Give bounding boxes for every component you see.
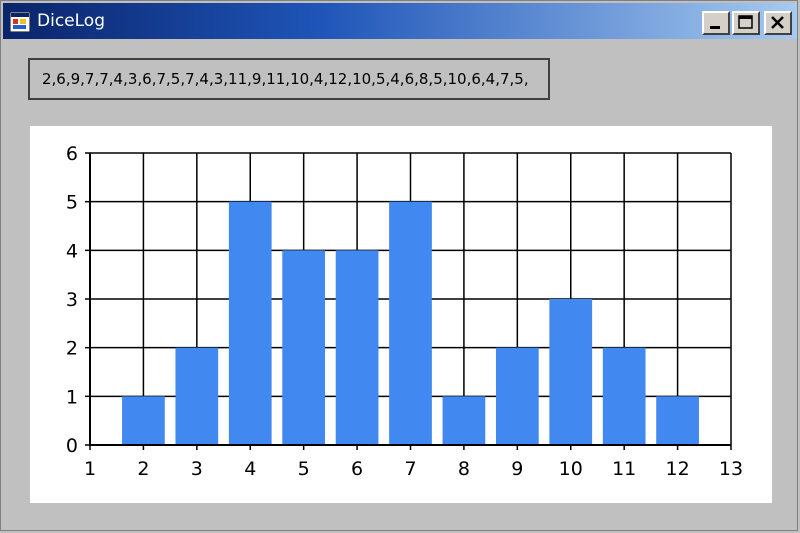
y-tick-label: 0 <box>66 435 78 457</box>
histogram-chart: 01234561 2 3 4 5 6 7 8 9 10 11 12 13 <box>66 143 743 480</box>
x-tick-label: 12 <box>665 458 689 480</box>
bar-4 <box>228 201 272 445</box>
minimize-icon <box>710 26 720 29</box>
bar-7 <box>389 201 432 445</box>
y-tick-label: 4 <box>66 240 78 262</box>
x-tick-label: 8 <box>458 458 470 480</box>
dice-log-text: 2,6,9,7,7,4,3,6,7,5,7,4,3,11,9,11,10,4,1… <box>42 70 529 88</box>
bar-10 <box>549 299 593 445</box>
x-tick-label: 11 <box>612 458 636 480</box>
x-tick-label: 4 <box>244 458 256 480</box>
close-button[interactable] <box>764 11 792 35</box>
title-bar[interactable]: DiceLog <box>3 3 797 39</box>
y-tick-label: 1 <box>66 386 78 408</box>
bar-11 <box>602 347 646 445</box>
bar-8 <box>442 396 486 445</box>
x-tick-label: 3 <box>191 458 203 480</box>
maximize-icon <box>738 15 753 29</box>
y-tick-label: 6 <box>66 143 78 165</box>
app-window-icon[interactable] <box>9 11 31 33</box>
x-tick-label: 7 <box>404 458 416 480</box>
x-tick-label: 13 <box>719 458 743 480</box>
bar-5 <box>282 250 326 445</box>
maximize-button[interactable] <box>732 11 760 35</box>
x-tick-label: 1 <box>84 458 96 480</box>
bar-9 <box>495 347 539 445</box>
y-tick-label: 2 <box>66 338 78 360</box>
app-window: DiceLog 2,6,9,7,7,4,3,6,7,5,7,4,3,11,9,1… <box>0 0 798 531</box>
bar-12 <box>656 396 699 445</box>
y-tick-label: 5 <box>66 192 78 214</box>
close-icon <box>771 16 784 29</box>
x-tick-label: 6 <box>351 458 363 480</box>
x-tick-label: 5 <box>298 458 310 480</box>
window-title: DiceLog <box>37 11 105 31</box>
x-tick-label: 9 <box>511 458 523 480</box>
minimize-button[interactable] <box>702 11 730 35</box>
bar-2 <box>122 396 165 445</box>
bar-3 <box>175 347 219 445</box>
y-tick-label: 3 <box>66 289 78 311</box>
dice-log-textbox[interactable]: 2,6,9,7,7,4,3,6,7,5,7,4,3,11,9,11,10,4,1… <box>28 58 550 100</box>
x-tick-label: 10 <box>559 458 583 480</box>
x-tick-label: 2 <box>137 458 149 480</box>
bar-6 <box>335 250 379 445</box>
histogram-chart-panel: 0 1 2 3 4 5 6 1 2 3 4 5 6 7 8 9 10 11 12 13 <box>30 126 772 503</box>
